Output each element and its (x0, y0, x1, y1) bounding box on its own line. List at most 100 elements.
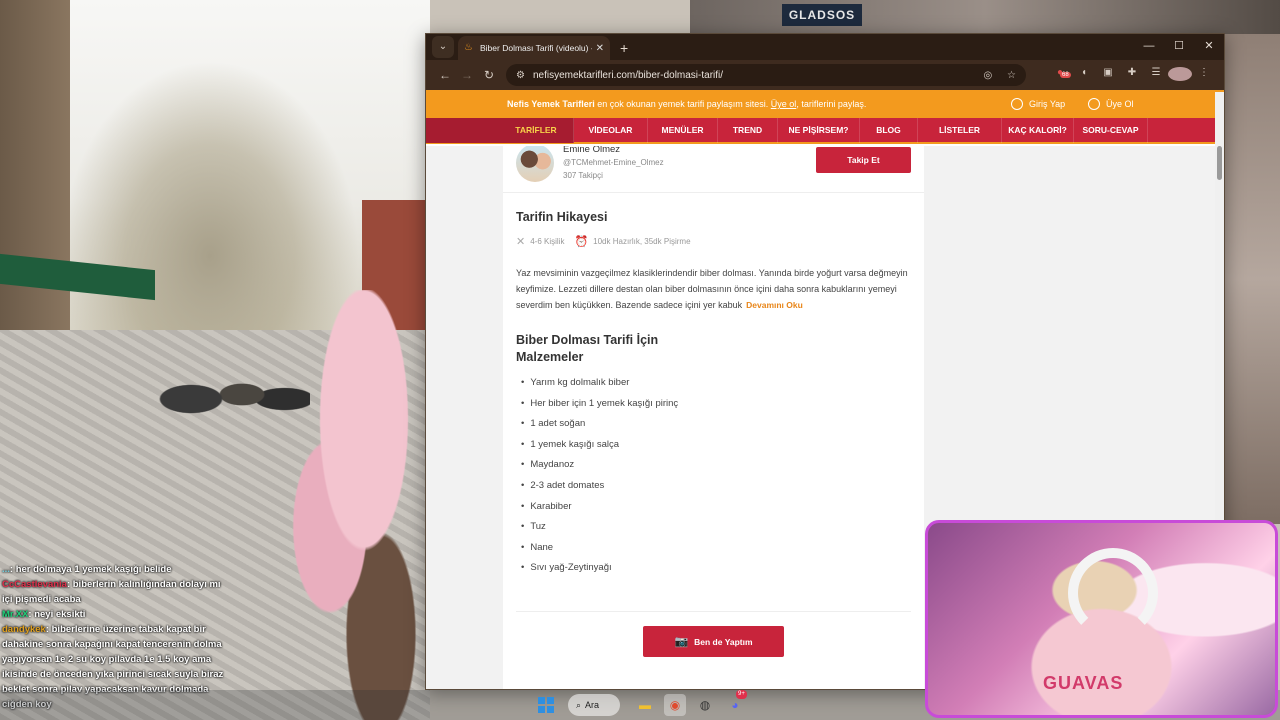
divider (503, 192, 924, 193)
audio-extension-icon[interactable]: ◖ (1072, 67, 1096, 84)
site-info-icon[interactable]: ⚙ (516, 70, 525, 81)
author-avatar[interactable] (516, 146, 554, 182)
ingredient-item: Sıvı yağ-Zeytinyağı (521, 561, 678, 582)
address-bar[interactable]: ⚙ nefisyemektarifleri.com/biber-dolmasi-… (506, 64, 1026, 86)
promo-body: en çok okunan yemek tarifi paylaşım site… (594, 99, 771, 109)
taskbar-icons: ⌕ Ara ▬ ◉ ◍ ◕ 9+ (538, 690, 754, 716)
omnibox-actions: ◎ ☆ (972, 70, 1016, 81)
ingredient-item: Her biber için 1 yemek kaşığı pirinç (521, 397, 678, 418)
chat-message: Mr.XX: neyi eksikti (2, 607, 232, 622)
streamer-in-street (262, 290, 432, 720)
chat-text: : neyi eksikti (28, 609, 86, 620)
nav-blog[interactable]: BLOG (860, 117, 918, 143)
ingredient-item: 1 yemek kaşığı salça (521, 438, 678, 459)
divider (516, 611, 911, 612)
nav-kac-kalori[interactable]: KAÇ KALORİ? (1002, 117, 1074, 143)
maximize-icon[interactable]: ☐ (1164, 34, 1194, 60)
ingredients-title: Biber Dolması Tarifi İçin Malzemeler (516, 333, 659, 364)
promo-text: Nefis Yemek Tarifleri en çok okunan yeme… (507, 99, 866, 109)
prep-cook-time: 10dk Hazırlık, 35dk Pişirme (593, 237, 691, 246)
discord-icon[interactable]: ◕ 9+ (724, 690, 747, 716)
signup-link[interactable]: Üye Ol (1088, 98, 1134, 110)
profile-avatar[interactable] (1168, 66, 1192, 84)
author-block: Emine Olmez @TCMehmet-Emine_Olmez 307 Ta… (516, 146, 911, 186)
browser-tab[interactable]: ♨ Biber Dolması Tarifi (videolu) - N ✕ (458, 36, 610, 60)
recipe-meta: ✕ 4-6 Kişilik ⏰ 10dk Hazırlık, 35dk Pişi… (516, 235, 691, 248)
taskbar-search[interactable]: ⌕ Ara (568, 694, 620, 716)
chat-username: ... (2, 564, 10, 575)
promo-tail: , tariflerini paylaş. (796, 99, 867, 109)
nav-soru-cevap[interactable]: SORU-CEVAP (1074, 117, 1148, 143)
ingredient-item: Karabiber (521, 500, 678, 521)
story-text: Yaz mevsiminin vazgeçilmez klasiklerinde… (516, 265, 911, 313)
puzzle-icon[interactable]: ✚ (1120, 67, 1144, 84)
bookmark-star-icon[interactable]: ☆ (1007, 70, 1016, 81)
author-handle: @TCMehmet-Emine_Olmez (563, 158, 664, 167)
search-icon: ⌕ (576, 699, 582, 710)
ingredient-item: 1 adet soğan (521, 417, 678, 438)
site-promo-bar: Nefis Yemek Tarifleri en çok okunan yeme… (426, 90, 1224, 118)
nav-menuler[interactable]: MENÜLER (648, 117, 718, 143)
chrome-icon[interactable]: ◉ (664, 694, 686, 716)
site-nav: TARİFLER VİDEOLAR MENÜLER TREND NE PİŞİR… (426, 117, 1224, 144)
nav-ne-pisirsem[interactable]: NE PİŞİRSEM? (778, 117, 860, 143)
minimize-icon[interactable]: — (1134, 34, 1164, 60)
extensions-area: ●68 ◖ ▣ ✚ ☰ ⋮ (1048, 66, 1216, 84)
close-window-icon[interactable]: ✕ (1194, 34, 1224, 60)
clock-icon: ⏰ (574, 236, 589, 248)
author-name[interactable]: Emine Olmez (563, 146, 620, 155)
storefront-right (1224, 34, 1280, 524)
back-icon[interactable]: ← (434, 68, 456, 82)
scrollbar-thumb[interactable] (1217, 146, 1222, 180)
nav-listeler[interactable]: LİSTELER (918, 117, 1002, 143)
gladsos-sign: GLADSOS (782, 4, 862, 26)
user-plus-icon (1088, 98, 1100, 110)
taskbar-search-label: Ara (585, 700, 600, 710)
chat-username: CcCastlevania (2, 579, 67, 590)
chat-message: ...: her dolmaya 1 yemek kaşığı belide (2, 562, 232, 577)
extension-badge: 68 (1060, 71, 1071, 78)
servings: 4-6 Kişilik (530, 237, 565, 246)
file-explorer-icon[interactable]: ▬ (634, 694, 656, 716)
promo-brand: Nefis Yemek Tarifleri (507, 99, 595, 109)
chat-text: : her dolmaya 1 yemek kaşığı belide (9, 564, 172, 575)
extension-icon[interactable]: ▣ (1096, 67, 1120, 84)
nav-trend[interactable]: TREND (718, 117, 778, 143)
reading-list-icon[interactable]: ☰ (1144, 67, 1168, 84)
adblock-extension-icon[interactable]: ●68 (1048, 67, 1072, 84)
menu-icon[interactable]: ⋮ (1192, 67, 1216, 84)
tab-search-button[interactable]: ⌄ (432, 36, 454, 58)
ingredient-item: Maydanoz (521, 458, 678, 479)
storefront-signs (690, 0, 1280, 34)
close-tab-icon[interactable]: ✕ (596, 43, 604, 54)
headset (1068, 548, 1158, 638)
promo-signup-link[interactable]: Üye ol (771, 99, 797, 109)
i-made-it-button[interactable]: 📷 Ben de Yaptım (643, 626, 784, 657)
i-made-it-label: Ben de Yaptım (694, 636, 753, 647)
user-icon (1011, 98, 1023, 110)
discord-badge: 9+ (736, 690, 747, 699)
camera-icon: 📷 (674, 636, 689, 648)
new-tab-button[interactable]: + (620, 40, 628, 56)
window-controls: — ☐ ✕ (1134, 34, 1224, 60)
forward-icon[interactable]: → (456, 68, 478, 82)
webcam-overlay: GUAVAS (925, 520, 1278, 718)
tab-title: Biber Dolması Tarifi (videolu) - N (480, 43, 592, 53)
author-followers: 307 Takipçi (563, 171, 603, 180)
hide-icon[interactable]: ◎ (984, 70, 993, 81)
follow-button[interactable]: Takip Et (816, 147, 911, 173)
windows-start-icon[interactable] (538, 697, 554, 713)
utensils-icon: ✕ (516, 236, 526, 248)
obs-icon[interactable]: ◍ (694, 694, 716, 716)
nav-tarifler[interactable]: TARİFLER (426, 117, 574, 143)
reload-icon[interactable]: ↻ (478, 68, 500, 82)
nav-videolar[interactable]: VİDEOLAR (574, 117, 648, 143)
ingredient-item: Nane (521, 541, 678, 562)
login-label: Giriş Yap (1029, 99, 1066, 109)
login-link[interactable]: Giriş Yap (1011, 98, 1065, 110)
signup-label: Üye Ol (1106, 99, 1134, 109)
chat-username: Mr.XX (2, 609, 29, 620)
story-title: Tarifin Hikayesi (516, 210, 608, 224)
read-more-link[interactable]: Devamını Oku (746, 300, 803, 310)
ingredient-item: 2-3 adet domates (521, 479, 678, 500)
